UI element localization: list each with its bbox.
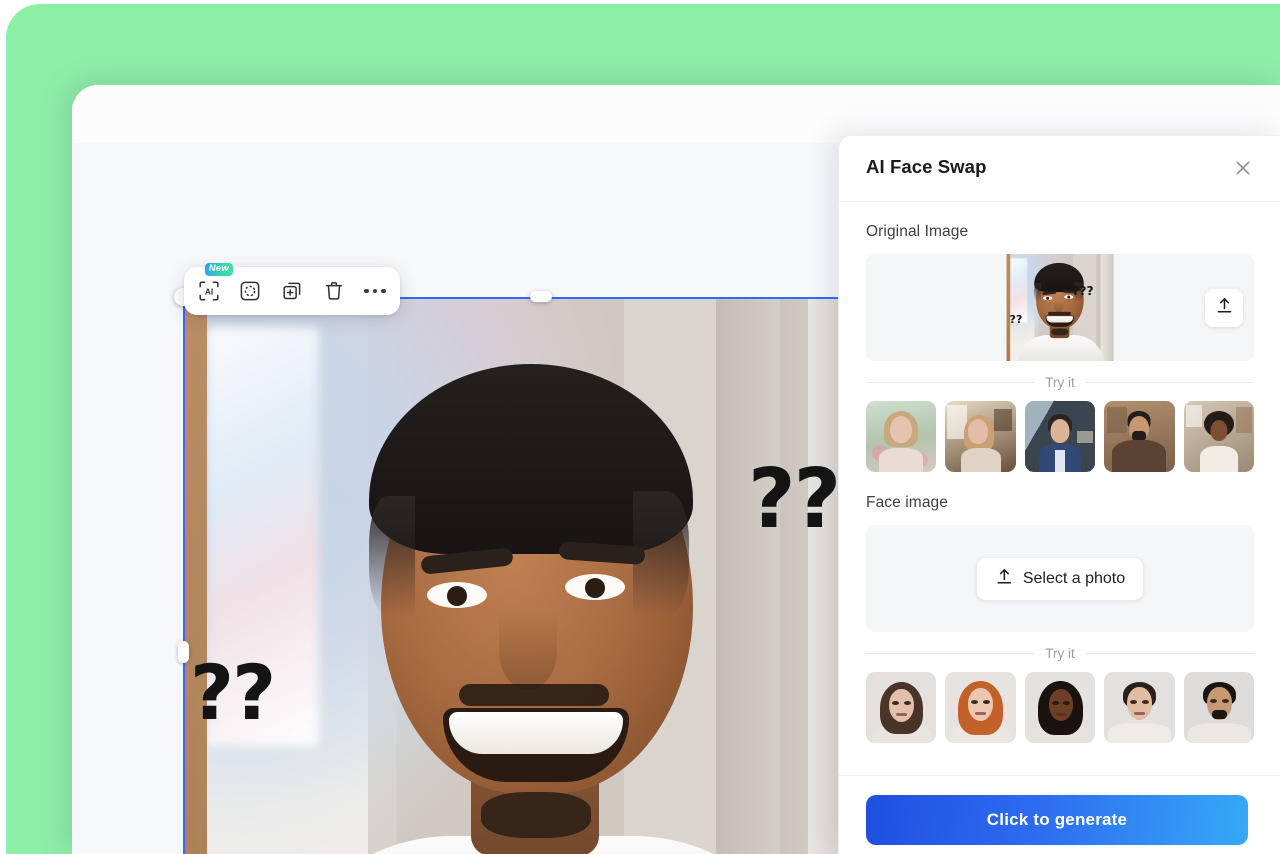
- face-image-label: Face image: [866, 494, 948, 511]
- divider-line-right: [1085, 653, 1254, 654]
- original-upload-button[interactable]: [1205, 288, 1243, 327]
- delete-tool-button[interactable]: [318, 275, 350, 307]
- original-tryit-label: Try it: [1045, 375, 1075, 390]
- screenshot-root: Photo: [0, 0, 1280, 854]
- ellipsis-icon: [364, 288, 386, 294]
- selection-handle-middle-left[interactable]: [178, 641, 189, 663]
- panel-body: Original Image ??? ?? Try it Face image …: [839, 201, 1280, 776]
- select-a-photo-label: Select a photo: [1022, 569, 1126, 587]
- upload-arrow-icon: [995, 567, 1014, 591]
- duplicate-plus-icon: [281, 280, 303, 302]
- face-image-dropzone[interactable]: Select a photo: [866, 525, 1254, 632]
- ai-face-swap-panel: AI Face Swap Original Image ??? ?? Try i…: [838, 135, 1280, 854]
- subject-teeth: [449, 712, 623, 754]
- new-badge: New: [204, 263, 233, 277]
- upload-arrow-icon: [1215, 296, 1234, 320]
- original-image-label: Original Image: [866, 223, 969, 240]
- more-tool-button[interactable]: [359, 275, 391, 307]
- divider-line-right: [1085, 382, 1254, 383]
- subject-pupil-left: [447, 586, 467, 606]
- canvas-question-marks-small: ??: [190, 648, 276, 737]
- canvas-photo[interactable]: [183, 298, 894, 854]
- subject-hair-fade-left: [369, 496, 415, 616]
- selection-handle-top-center[interactable]: [530, 291, 552, 302]
- list-item[interactable]: [866, 672, 937, 743]
- svg-text:AI: AI: [205, 287, 213, 297]
- duplicate-tool-button[interactable]: [276, 275, 308, 307]
- divider-line-left: [866, 382, 1035, 383]
- original-image-preview-render: ??? ??: [1006, 254, 1114, 361]
- panel-footer: Click to generate: [839, 775, 1280, 854]
- list-item[interactable]: [1024, 401, 1096, 472]
- face-tryit-divider: Try it: [866, 646, 1254, 661]
- mask-tool-button[interactable]: [234, 275, 266, 307]
- list-item[interactable]: [1183, 672, 1255, 743]
- ai-tool-button[interactable]: New AI: [193, 263, 233, 307]
- list-item[interactable]: [1104, 401, 1175, 472]
- floating-toolbar: New AI: [184, 263, 400, 315]
- list-item[interactable]: [945, 672, 1016, 743]
- subject-pupil-right: [585, 578, 605, 598]
- circle-in-square-icon: [239, 280, 261, 302]
- panel-header: AI Face Swap: [839, 136, 1280, 202]
- select-a-photo-button[interactable]: Select a photo: [976, 557, 1144, 600]
- list-item[interactable]: [1183, 401, 1255, 472]
- face-tryit-thumbnails: [866, 672, 1255, 743]
- close-icon[interactable]: [1231, 156, 1255, 180]
- subject-eye-left: [427, 582, 487, 608]
- subject-mouth: [443, 708, 629, 782]
- list-item[interactable]: [945, 401, 1016, 472]
- subject-eye-right: [565, 574, 625, 600]
- original-image-preview: ??? ??: [1006, 254, 1114, 361]
- face-tryit-label: Try it: [1045, 646, 1075, 661]
- subject-moustache: [459, 684, 609, 706]
- original-tryit-divider: Try it: [866, 375, 1254, 390]
- subject-nose: [499, 612, 557, 690]
- ai-scan-icon: AI: [198, 280, 220, 302]
- generate-button[interactable]: Click to generate: [866, 795, 1248, 845]
- divider-line-left: [866, 653, 1035, 654]
- original-tryit-thumbnails: [866, 401, 1255, 472]
- list-item[interactable]: [866, 401, 937, 472]
- photo-subject: [263, 316, 823, 854]
- original-image-dropzone[interactable]: ??? ??: [866, 254, 1254, 361]
- panel-title: AI Face Swap: [866, 156, 987, 177]
- list-item[interactable]: [1104, 672, 1175, 743]
- subject-chin-beard: [481, 792, 591, 838]
- photo-wood-frame: [183, 298, 207, 854]
- trash-icon: [323, 280, 345, 302]
- list-item[interactable]: [1024, 672, 1096, 743]
